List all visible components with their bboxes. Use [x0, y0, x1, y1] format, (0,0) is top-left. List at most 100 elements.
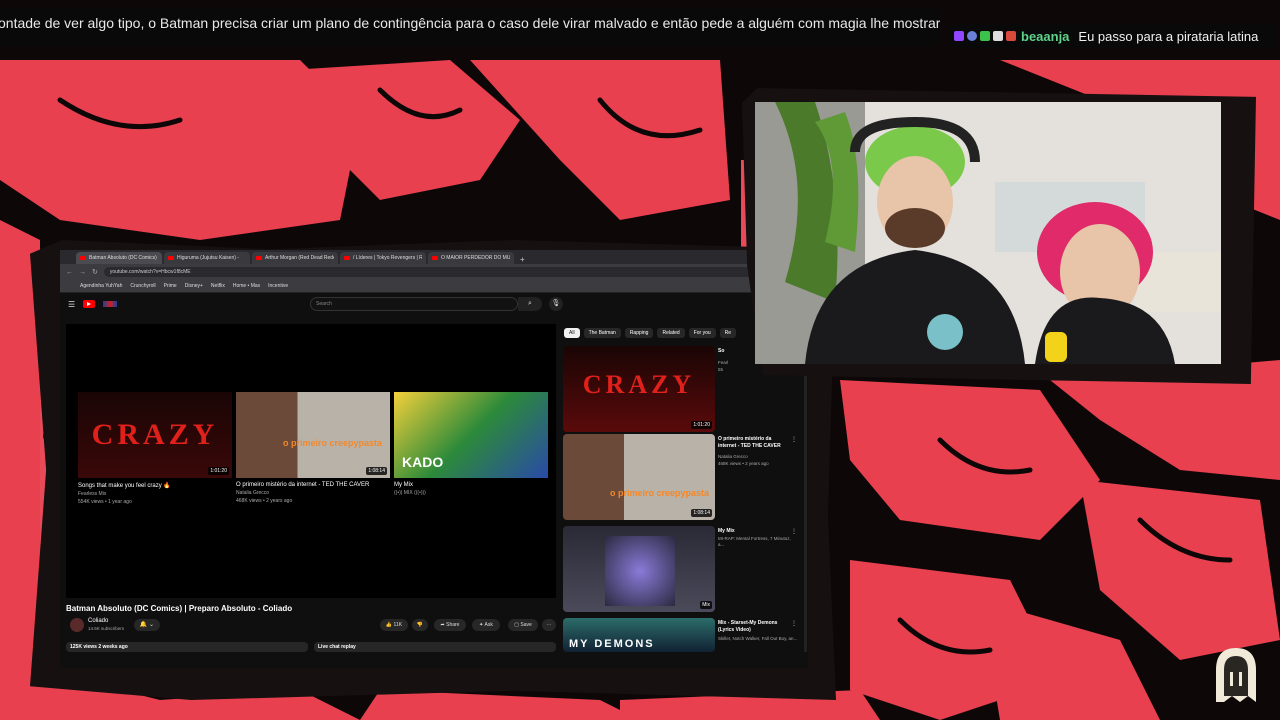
url-field[interactable]: youtube.com/watch?v=Hbcw1f8cME — [103, 267, 802, 277]
dislike-button[interactable]: 👎 — [412, 619, 428, 631]
thumbnail-text: MY DEMONS — [569, 638, 655, 650]
chip-all[interactable]: All — [564, 328, 580, 338]
chip-the-batman[interactable]: The Batman — [583, 328, 621, 338]
twitch-badge-icon — [954, 31, 964, 41]
tab-lideres[interactable]: / Líderes | Tokyo Revengers | R — [340, 252, 426, 264]
more-options-icon[interactable]: ⋮ — [791, 620, 797, 627]
avatar[interactable] — [70, 618, 84, 632]
video-player[interactable]: CRAZY 1:01:20 Songs that make you feel c… — [66, 324, 556, 598]
chat-username[interactable]: beaanja — [1021, 29, 1069, 44]
search-placeholder: Search — [316, 301, 332, 307]
recommendation-item[interactable]: o primeiro creepypasta 1:08:14 O primeir… — [563, 434, 803, 520]
live-chat-replay[interactable]: Live chat replay — [314, 642, 556, 652]
back-icon[interactable]: ← — [66, 269, 73, 276]
description-box[interactable]: 125K views 2 weeks ago — [66, 642, 308, 652]
more-options-icon[interactable]: ⋮ — [791, 528, 797, 535]
save-label: Save — [520, 622, 532, 628]
mic-icon[interactable]: 🎙 — [549, 297, 563, 311]
bookmark-item[interactable]: Netflix — [211, 283, 225, 289]
recommendation-meta: Skillet, Notch Walker, Fall Out Boy, an.… — [718, 636, 798, 641]
bell-icon[interactable]: 🔔 ⌄ — [134, 619, 160, 631]
chip-re[interactable]: Re — [719, 328, 737, 338]
like-button[interactable]: 👍 11K — [380, 619, 408, 631]
new-tab-button[interactable]: + — [520, 255, 525, 264]
endcard-title: O primeiro mistério da internet - TED TH… — [236, 482, 370, 488]
save-button[interactable]: ▢ Save — [508, 619, 538, 631]
forward-icon[interactable]: → — [79, 269, 86, 276]
share-button[interactable]: ➦ Share — [434, 619, 466, 631]
tab-batman[interactable]: Batman Absoluto (DC Comics) | — [76, 252, 162, 264]
browser-window: Batman Absoluto (DC Comics) | Higuruma (… — [60, 250, 808, 668]
recommendation-meta: MI-RAP: Mental Fortress, 7 Minutoz, a... — [718, 536, 791, 547]
endcard-video[interactable]: CRAZY 1:01:20 Songs that make you feel c… — [78, 392, 232, 505]
endcard-video[interactable]: o primeiro creepypasta 1:08:14 O primeir… — [236, 392, 390, 504]
caption-ticker: ontade de ver algo tipo, o Batman precis… — [0, 8, 940, 46]
thumbnail-text: CRAZY — [582, 370, 696, 399]
chip-for-you[interactable]: For you — [688, 328, 716, 338]
tab-label: Batman Absoluto (DC Comics) | — [89, 255, 158, 261]
ask-button[interactable]: ✦ Ask — [472, 619, 500, 631]
globe-badge-icon — [967, 31, 977, 41]
endcard-thumbnail: KADO — [394, 392, 548, 478]
bookmark-item[interactable]: Disney+ — [185, 283, 203, 289]
mask-badge-icon — [1006, 31, 1016, 41]
recommendation-title: My Mix — [718, 528, 735, 534]
endcard-thumbnail: o primeiro creepypasta 1:08:14 — [236, 392, 390, 478]
search-icon: ⌕ — [528, 300, 532, 307]
chip-related[interactable]: Related — [657, 328, 685, 338]
endcard-channel: Natalia Grecco — [236, 490, 270, 496]
recommendation-thumbnail: CRAZY 1:01:20 — [563, 346, 715, 432]
recommendation-item[interactable]: MY DEMONS Mix - Starset-My Demons (Lyric… — [563, 618, 803, 652]
recommendation-title: O primeiro mistério da internet - TED TH… — [718, 436, 781, 449]
recommendation-item[interactable]: Mix My Mix MI-RAP: Mental Fortress, 7 Mi… — [563, 526, 803, 612]
search-button[interactable]: ⌕ — [518, 297, 542, 311]
tab-label: O MAIOR PERDEDOR DO MUN — [441, 255, 510, 261]
youtube-tab-icon — [432, 256, 438, 260]
webcam-feed — [755, 102, 1221, 364]
bookmarks-bar: Agendinha YuhYah Crunchyroll Prime Disne… — [60, 280, 808, 293]
tab-label: / Líderes | Tokyo Revengers | R — [353, 255, 422, 261]
bookmark-item[interactable]: Agendinha YuhYah — [80, 283, 122, 289]
youtube-tab-icon — [80, 256, 86, 260]
ask-label: Ask — [484, 622, 493, 628]
duration-badge: Mix — [700, 601, 712, 609]
youtube-tab-icon — [256, 256, 262, 260]
live-chat-label: Live chat replay — [318, 644, 356, 650]
bookmark-item[interactable]: Home • Max — [233, 283, 260, 289]
thumbnail-text: o primeiro creepypasta — [282, 438, 382, 448]
bookmark-item[interactable]: Incentive — [268, 283, 288, 289]
bookmark-item[interactable]: Prime — [164, 283, 177, 289]
chip-rapping[interactable]: Rapping — [624, 328, 654, 338]
endcard-title: My Mix — [394, 482, 413, 488]
duration-badge: 1:08:14 — [366, 467, 387, 475]
more-options-icon[interactable]: ⋯ — [542, 619, 556, 631]
recommendation-channel: Natalia Grecco — [718, 454, 748, 459]
youtube-logo-icon[interactable] — [83, 300, 96, 308]
share-label: Share — [446, 622, 460, 628]
youtube-tab-icon — [168, 256, 174, 260]
tab-perdedor[interactable]: O MAIOR PERDEDOR DO MUN — [428, 252, 514, 264]
youtube-header: ☰ Search ⌕ 🎙 — [60, 293, 808, 315]
youtube-tab-icon — [344, 256, 350, 260]
endcard-thumbnail: CRAZY 1:01:20 — [78, 392, 232, 478]
views-line: 125K views 2 weeks ago — [70, 644, 128, 650]
reload-icon[interactable]: ↻ — [92, 268, 98, 276]
tab-bar: Batman Absoluto (DC Comics) | Higuruma (… — [60, 250, 808, 264]
chat-message: beaanja Eu passo para a pirataria latina — [950, 24, 1276, 48]
endcard-channel: Fearless Mix — [78, 491, 107, 497]
channel-name[interactable]: Coliado — [88, 618, 108, 624]
search-input[interactable]: Search — [310, 297, 518, 311]
menu-icon[interactable]: ☰ — [68, 300, 75, 309]
endcard-meta: 468K views • 2 years ago — [236, 498, 293, 504]
more-options-icon[interactable]: ⋮ — [791, 436, 797, 443]
thumbnail-text: o primeiro creepypasta — [609, 488, 709, 498]
chat-text: Eu passo para a pirataria latina — [1078, 28, 1259, 44]
bookmark-item[interactable]: Crunchyroll — [130, 283, 155, 289]
endcard-meta: ((•)) MIX (((•))) — [394, 490, 426, 496]
tab-arthur[interactable]: Arthur Morgan (Red Dead Rede — [252, 252, 338, 264]
tab-higuruma[interactable]: Higuruma (Jujutsu Kaisen) - — [164, 252, 250, 264]
video-title: Batman Absoluto (DC Comics) | Preparo Ab… — [66, 604, 293, 613]
endcard-video[interactable]: KADO My Mix ((•)) MIX (((•))) — [394, 392, 548, 496]
recommendation-meta: 468K views • 2 years ago — [718, 461, 769, 466]
address-bar: ← → ↻ youtube.com/watch?v=Hbcw1f8cME — [60, 264, 808, 280]
